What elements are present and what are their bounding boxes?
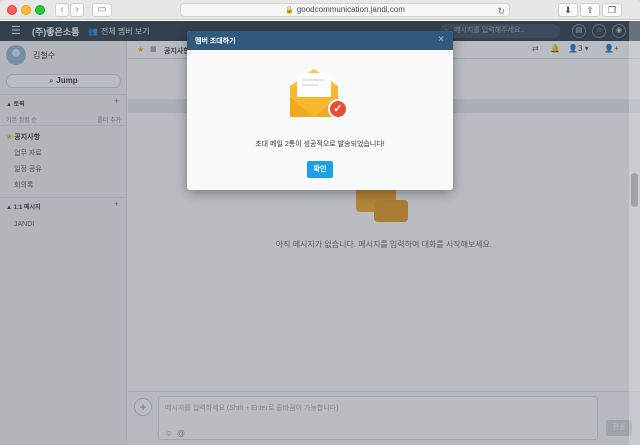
zoom-window-button[interactable]: [35, 5, 45, 15]
scrollbar[interactable]: [629, 21, 640, 445]
check-icon: ✓: [328, 99, 348, 119]
lock-icon: 🔒: [285, 7, 294, 14]
share-icon[interactable]: ⇪: [580, 3, 600, 17]
forward-button[interactable]: ›: [70, 3, 84, 17]
address-bar[interactable]: 🔒 goodcommunication.jandi.com ↻: [180, 3, 510, 17]
modal-header: 멤버 초대하기 ×: [187, 31, 453, 50]
browser-toolbar: ‹ › ▭ 🔒 goodcommunication.jandi.com ↻ ⬇ ⇪…: [0, 0, 640, 20]
scroll-thumb[interactable]: [631, 173, 638, 207]
back-button[interactable]: ‹: [55, 3, 69, 17]
invite-result-modal: 멤버 초대하기 × ✓ 초대 메일 2통이 성공적으로 발송되었습니다! 확인: [187, 31, 453, 190]
sidebar-toggle-icon[interactable]: ▭: [92, 3, 112, 17]
downloads-icon[interactable]: ⬇: [558, 3, 578, 17]
letter-line: [302, 84, 318, 86]
envelope-icon: ✓: [288, 67, 352, 123]
tabs-overview-icon[interactable]: ❐: [602, 3, 622, 17]
reload-icon[interactable]: ↻: [497, 5, 505, 17]
letter-line: [302, 79, 324, 81]
modal-title: 멤버 초대하기: [195, 38, 236, 45]
close-icon[interactable]: ×: [438, 34, 444, 45]
modal-message: 초대 메일 2통이 성공적으로 발송되었습니다!: [255, 141, 385, 148]
confirm-button[interactable]: 확인: [307, 161, 333, 178]
minimize-window-button[interactable]: [21, 5, 31, 15]
browser-window: ‹ › ▭ 🔒 goodcommunication.jandi.com ↻ ⬇ ⇪…: [0, 0, 640, 445]
close-window-button[interactable]: [7, 5, 17, 15]
url-text: goodcommunication.jandi.com: [296, 5, 405, 14]
